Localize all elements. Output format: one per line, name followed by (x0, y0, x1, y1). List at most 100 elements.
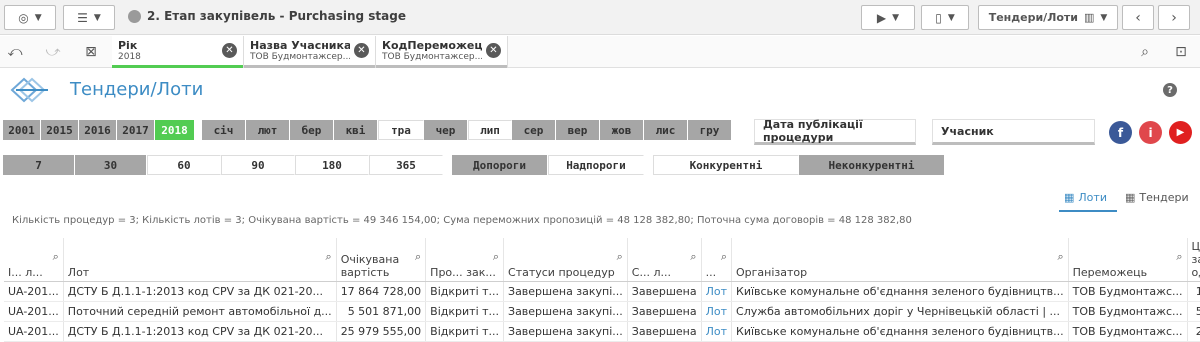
days-button[interactable]: 365 (369, 155, 443, 175)
cell-unit-price[interactable]: 5 48... (1187, 301, 1200, 322)
search-icon[interactable]: ⌕ (721, 250, 727, 263)
cell-status[interactable]: Завершена закупі... (503, 321, 628, 342)
publication-date-filter[interactable]: Дата публікації процедури (754, 118, 916, 145)
info-icon[interactable]: i (1139, 121, 1162, 144)
days-button[interactable]: 180 (295, 155, 369, 175)
cell-organizer[interactable]: Київське комунальне об'єднання зеленого … (731, 321, 1069, 342)
days-button[interactable]: 7 (3, 155, 75, 175)
cell-procedure[interactable]: Відкриті т... (425, 281, 505, 302)
cell-id[interactable]: UA-201... (4, 301, 64, 322)
cell-lot-status[interactable]: Завершена (627, 321, 702, 342)
table-row[interactable]: UA-201... Поточний середній ремонт автом… (4, 301, 1200, 322)
youtube-icon[interactable]: ▶ (1169, 121, 1192, 144)
tab-tenders[interactable]: ▦ Тендери (1125, 191, 1189, 204)
days-button[interactable]: 30 (75, 155, 147, 175)
selection-chip-year[interactable]: Рік 2018 ✕ (112, 36, 244, 68)
lot-link[interactable]: Лот (701, 301, 733, 322)
competition-button[interactable]: Конкурентні (653, 155, 799, 175)
column-header-expected-value[interactable]: Очікувана вартість ⌕ (336, 238, 427, 282)
cell-organizer[interactable]: Служба автомобільних доріг у Чернівецькі… (731, 301, 1069, 322)
previous-sheet-button[interactable]: ‹ (1122, 5, 1154, 30)
close-icon[interactable]: ✕ (354, 43, 369, 58)
selections-tool-button[interactable]: ⊡ (1168, 40, 1194, 64)
month-button[interactable]: кві (334, 120, 378, 140)
cell-expected-value[interactable]: 25 979 555,00 (336, 321, 427, 342)
search-icon[interactable]: ⌕ (493, 250, 499, 263)
bookmark-button[interactable]: ▯ ▼ (921, 5, 969, 30)
table-row[interactable]: UA-201... ДСТУ Б Д.1.1-1:2013 код CPV за… (4, 321, 1200, 342)
month-button[interactable]: лют (246, 120, 290, 140)
close-icon[interactable]: ✕ (486, 43, 501, 58)
month-button[interactable]: вер (556, 120, 600, 140)
step-back-button[interactable]: ⤺ (2, 40, 28, 64)
search-button[interactable]: ⌕ (1132, 40, 1158, 64)
month-button[interactable]: лип (468, 120, 512, 140)
cell-lot[interactable]: Поточний середній ремонт автомобільної д… (63, 301, 337, 322)
month-button[interactable]: бер (290, 120, 334, 140)
cell-lot-status[interactable]: Завершена (627, 281, 702, 302)
month-button[interactable]: гру (688, 120, 732, 140)
column-header-unit-price[interactable]: Ціна за один... (1187, 238, 1200, 282)
cell-unit-price[interactable]: 25 8... (1187, 321, 1200, 342)
cell-expected-value[interactable]: 17 864 728,00 (336, 281, 427, 302)
app-menu-button[interactable]: ☰ ▼ (63, 5, 115, 30)
lot-link[interactable]: Лот (701, 281, 733, 302)
cell-winner[interactable]: ТОВ Будмонтажс... (1068, 321, 1188, 342)
search-icon[interactable]: ⌕ (53, 250, 59, 263)
story-button[interactable]: ▶ ▼ (861, 5, 915, 30)
month-button[interactable]: січ (202, 120, 246, 140)
cell-organizer[interactable]: Київське комунальне об'єднання зеленого … (731, 281, 1069, 302)
tab-lots[interactable]: ▦ Лоти (1064, 191, 1107, 204)
year-button[interactable]: 2001 (3, 120, 41, 140)
search-icon[interactable]: ⌕ (1176, 250, 1182, 263)
cell-procedure[interactable]: Відкриті т... (425, 321, 505, 342)
month-button[interactable]: чер (424, 120, 468, 140)
search-icon[interactable]: ⌕ (415, 250, 421, 263)
cell-status[interactable]: Завершена закупі... (503, 301, 628, 322)
cell-id[interactable]: UA-201... (4, 321, 64, 342)
year-button[interactable]: 2018 (155, 120, 195, 140)
threshold-button[interactable]: Допороги (452, 155, 548, 175)
month-button[interactable]: лис (644, 120, 688, 140)
column-header-id[interactable]: І... л... ⌕ (4, 238, 64, 282)
cell-unit-price[interactable]: 17 3... (1187, 281, 1200, 302)
column-header-lot-status[interactable]: С... л... ⌕ (627, 238, 702, 282)
navigation-menu-button[interactable]: ◎ ▼ (4, 5, 56, 30)
year-button[interactable]: 2017 (117, 120, 155, 140)
next-sheet-button[interactable]: › (1158, 5, 1190, 30)
step-forward-button[interactable]: ⤻ (40, 40, 66, 64)
year-button[interactable]: 2015 (41, 120, 79, 140)
competition-button[interactable]: Неконкурентні (799, 155, 945, 175)
search-icon[interactable]: ⌕ (690, 250, 696, 263)
column-header-organizer[interactable]: Організатор ⌕ (731, 238, 1069, 282)
sheet-selector[interactable]: Тендери/Лоти ▥ ▼ (978, 5, 1118, 30)
cell-winner[interactable]: ТОВ Будмонтажс... (1068, 281, 1188, 302)
participant-filter[interactable]: Учасник (932, 119, 1095, 145)
search-icon[interactable]: ⌕ (326, 250, 332, 263)
cell-lot[interactable]: ДСТУ Б Д.1.1-1:2013 код CPV за ДК 021-20… (63, 281, 337, 302)
close-icon[interactable]: ✕ (222, 43, 237, 58)
selection-chip-winner[interactable]: КодПереможець ТОВ Будмонтажсер... ✕ (376, 36, 508, 68)
cell-lot-status[interactable]: Завершена (627, 301, 702, 322)
lot-link[interactable]: Лот (701, 321, 733, 342)
month-button[interactable]: жов (600, 120, 644, 140)
days-button[interactable]: 60 (147, 155, 221, 175)
column-header-status[interactable]: Статуси процедур ⌕ (503, 238, 628, 282)
month-button[interactable]: тра (378, 120, 424, 140)
table-row[interactable]: UA-201... ДСТУ Б Д.1.1-1:2013 код CPV за… (4, 281, 1200, 302)
cell-procedure[interactable]: Відкриті т... (425, 301, 505, 322)
search-icon[interactable]: ⌕ (617, 250, 623, 263)
help-icon[interactable]: ? (1163, 83, 1177, 97)
year-button[interactable]: 2016 (79, 120, 117, 140)
cell-status[interactable]: Завершена закупі... (503, 281, 628, 302)
column-header-procedure[interactable]: Про... зак... ⌕ (425, 238, 505, 282)
days-button[interactable]: 90 (221, 155, 295, 175)
month-button[interactable]: сер (512, 120, 556, 140)
cell-id[interactable]: UA-201... (4, 281, 64, 302)
cell-winner[interactable]: ТОВ Будмонтажс... (1068, 301, 1188, 322)
search-icon[interactable]: ⌕ (1057, 250, 1063, 263)
column-header-winner[interactable]: Переможець ⌕ (1068, 238, 1188, 282)
column-header-link[interactable]: ... ⌕ (701, 238, 733, 282)
selection-chip-participant[interactable]: Назва Учасника... ТОВ Будмонтажсер... ✕ (244, 36, 376, 68)
threshold-button[interactable]: Надпороги (548, 155, 644, 175)
